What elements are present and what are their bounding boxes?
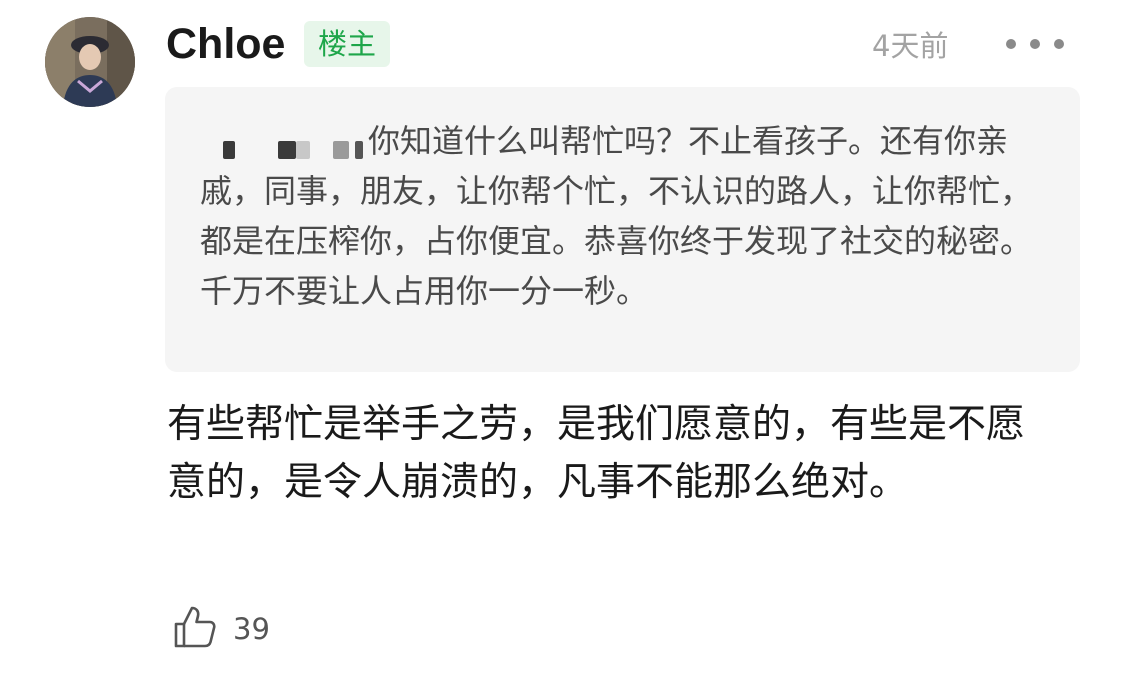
quoted-text: 你知道什么叫帮忙吗？不止看孩子。还有你亲戚，同事，朋友，让你帮个忙，不认识的路人… bbox=[200, 122, 1033, 310]
dot bbox=[1030, 39, 1040, 49]
like-count: 39 bbox=[233, 612, 270, 646]
thumbs-up-icon bbox=[172, 604, 218, 654]
op-badge: 楼主 bbox=[304, 21, 390, 67]
timestamp: 4天前 bbox=[872, 29, 949, 63]
reply-text: 有些帮忙是举手之劳，是我们愿意的，有些是不愿意的，是令人崩溃的，凡事不能那么绝对… bbox=[167, 402, 1026, 505]
username[interactable]: Chloe bbox=[166, 18, 285, 70]
quoted-comment[interactable]: 你知道什么叫帮忙吗？不止看孩子。还有你亲戚，同事，朋友，让你帮个忙，不认识的路人… bbox=[165, 87, 1080, 372]
avatar[interactable] bbox=[45, 17, 135, 107]
more-options-icon[interactable] bbox=[1006, 26, 1064, 62]
like-button[interactable]: 39 bbox=[172, 604, 270, 654]
dot bbox=[1006, 39, 1016, 49]
dot bbox=[1054, 39, 1064, 49]
